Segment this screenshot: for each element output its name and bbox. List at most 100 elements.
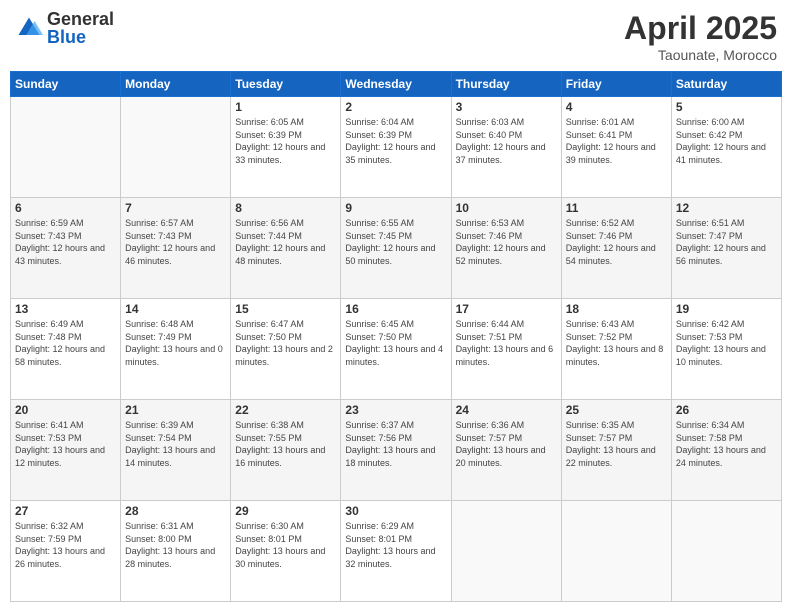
day-number: 28 [125,504,226,518]
day-number: 7 [125,201,226,215]
day-info: Sunrise: 6:04 AM Sunset: 6:39 PM Dayligh… [345,116,446,166]
day-number: 25 [566,403,667,417]
day-info: Sunrise: 6:48 AM Sunset: 7:49 PM Dayligh… [125,318,226,368]
day-info: Sunrise: 6:32 AM Sunset: 7:59 PM Dayligh… [15,520,116,570]
day-number: 19 [676,302,777,316]
day-number: 2 [345,100,446,114]
calendar-cell: 4 Sunrise: 6:01 AM Sunset: 6:41 PM Daylig… [561,97,671,198]
calendar-cell: 2 Sunrise: 6:04 AM Sunset: 6:39 PM Daylig… [341,97,451,198]
calendar-header-thursday: Thursday [451,72,561,97]
calendar-cell: 13 Sunrise: 6:49 AM Sunset: 7:48 PM Dayli… [11,299,121,400]
subtitle: Taounate, Morocco [624,47,777,63]
calendar-cell: 10 Sunrise: 6:53 AM Sunset: 7:46 PM Dayli… [451,198,561,299]
day-number: 17 [456,302,557,316]
day-number: 11 [566,201,667,215]
day-number: 22 [235,403,336,417]
calendar-cell: 9 Sunrise: 6:55 AM Sunset: 7:45 PM Daylig… [341,198,451,299]
day-info: Sunrise: 6:29 AM Sunset: 8:01 PM Dayligh… [345,520,446,570]
day-number: 8 [235,201,336,215]
title-section: April 2025 Taounate, Morocco [624,10,777,63]
logo-blue: Blue [47,28,114,46]
day-info: Sunrise: 6:55 AM Sunset: 7:45 PM Dayligh… [345,217,446,267]
day-number: 1 [235,100,336,114]
day-info: Sunrise: 6:47 AM Sunset: 7:50 PM Dayligh… [235,318,336,368]
calendar-header-wednesday: Wednesday [341,72,451,97]
calendar-cell: 5Sunrise: 6:00 AM Sunset: 6:42 PM Daylig… [671,97,781,198]
calendar-cell: 30Sunrise: 6:29 AM Sunset: 8:01 PM Dayli… [341,501,451,602]
calendar-cell: 23Sunrise: 6:37 AM Sunset: 7:56 PM Dayli… [341,400,451,501]
day-number: 24 [456,403,557,417]
day-info: Sunrise: 6:51 AM Sunset: 7:47 PM Dayligh… [676,217,777,267]
calendar-cell [671,501,781,602]
day-info: Sunrise: 6:00 AM Sunset: 6:42 PM Dayligh… [676,116,777,166]
calendar-cell: 24 Sunrise: 6:36 AM Sunset: 7:57 PM Dayli… [451,400,561,501]
calendar-cell: 25 Sunrise: 6:35 AM Sunset: 7:57 PM Dayli… [561,400,671,501]
day-info: Sunrise: 6:59 AM Sunset: 7:43 PM Dayligh… [15,217,116,267]
calendar-cell: 21 Sunrise: 6:39 AM Sunset: 7:54 PM Dayli… [121,400,231,501]
day-info: Sunrise: 6:34 AM Sunset: 7:58 PM Dayligh… [676,419,777,469]
day-info: Sunrise: 6:36 AM Sunset: 7:57 PM Dayligh… [456,419,557,469]
day-info: Sunrise: 6:39 AM Sunset: 7:54 PM Dayligh… [125,419,226,469]
day-info: Sunrise: 6:30 AM Sunset: 8:01 PM Dayligh… [235,520,336,570]
logo: General Blue [15,10,114,46]
calendar-header-sunday: Sunday [11,72,121,97]
day-number: 18 [566,302,667,316]
logo-general: General [47,10,114,28]
day-number: 15 [235,302,336,316]
calendar-cell [561,501,671,602]
day-info: Sunrise: 6:01 AM Sunset: 6:41 PM Dayligh… [566,116,667,166]
calendar-cell: 20 Sunrise: 6:41 AM Sunset: 7:53 PM Dayli… [11,400,121,501]
day-info: Sunrise: 6:56 AM Sunset: 7:44 PM Dayligh… [235,217,336,267]
calendar-cell [451,501,561,602]
day-info: Sunrise: 6:05 AM Sunset: 6:39 PM Dayligh… [235,116,336,166]
calendar-header-monday: Monday [121,72,231,97]
page: General Blue April 2025 Taounate, Morocc… [0,0,792,612]
calendar-week-4: 20 Sunrise: 6:41 AM Sunset: 7:53 PM Dayli… [11,400,782,501]
day-number: 13 [15,302,116,316]
calendar-cell: 3 Sunrise: 6:03 AM Sunset: 6:40 PM Daylig… [451,97,561,198]
day-number: 14 [125,302,226,316]
day-info: Sunrise: 6:35 AM Sunset: 7:57 PM Dayligh… [566,419,667,469]
calendar-cell: 7 Sunrise: 6:57 AM Sunset: 7:43 PM Daylig… [121,198,231,299]
calendar-header-saturday: Saturday [671,72,781,97]
day-info: Sunrise: 6:57 AM Sunset: 7:43 PM Dayligh… [125,217,226,267]
calendar-cell: 14 Sunrise: 6:48 AM Sunset: 7:49 PM Dayli… [121,299,231,400]
day-number: 20 [15,403,116,417]
calendar-cell: 12Sunrise: 6:51 AM Sunset: 7:47 PM Dayli… [671,198,781,299]
calendar-cell [121,97,231,198]
calendar-cell: 26 Sunrise: 6:34 AM Sunset: 7:58 PM Dayli… [671,400,781,501]
calendar-cell: 22 Sunrise: 6:38 AM Sunset: 7:55 PM Dayli… [231,400,341,501]
calendar-header-tuesday: Tuesday [231,72,341,97]
day-number: 3 [456,100,557,114]
day-number: 10 [456,201,557,215]
day-number: 4 [566,100,667,114]
calendar-header-row: SundayMondayTuesdayWednesdayThursdayFrid… [11,72,782,97]
day-number: 9 [345,201,446,215]
day-info: Sunrise: 6:44 AM Sunset: 7:51 PM Dayligh… [456,318,557,368]
calendar-cell: 27Sunrise: 6:32 AM Sunset: 7:59 PM Dayli… [11,501,121,602]
day-number: 16 [345,302,446,316]
day-info: Sunrise: 6:41 AM Sunset: 7:53 PM Dayligh… [15,419,116,469]
day-info: Sunrise: 6:37 AM Sunset: 7:56 PM Dayligh… [345,419,446,469]
day-info: Sunrise: 6:42 AM Sunset: 7:53 PM Dayligh… [676,318,777,368]
day-info: Sunrise: 6:53 AM Sunset: 7:46 PM Dayligh… [456,217,557,267]
logo-text: General Blue [47,10,114,46]
day-info: Sunrise: 6:31 AM Sunset: 8:00 PM Dayligh… [125,520,226,570]
calendar-week-1: 1 Sunrise: 6:05 AM Sunset: 6:39 PM Daylig… [11,97,782,198]
calendar-header-friday: Friday [561,72,671,97]
day-number: 29 [235,504,336,518]
day-info: Sunrise: 6:49 AM Sunset: 7:48 PM Dayligh… [15,318,116,368]
day-number: 26 [676,403,777,417]
calendar-week-5: 27Sunrise: 6:32 AM Sunset: 7:59 PM Dayli… [11,501,782,602]
calendar-cell: 15 Sunrise: 6:47 AM Sunset: 7:50 PM Dayli… [231,299,341,400]
day-info: Sunrise: 6:38 AM Sunset: 7:55 PM Dayligh… [235,419,336,469]
calendar-cell: 28 Sunrise: 6:31 AM Sunset: 8:00 PM Dayli… [121,501,231,602]
calendar-table: SundayMondayTuesdayWednesdayThursdayFrid… [10,71,782,602]
calendar-cell: 6Sunrise: 6:59 AM Sunset: 7:43 PM Daylig… [11,198,121,299]
calendar-cell: 8 Sunrise: 6:56 AM Sunset: 7:44 PM Daylig… [231,198,341,299]
calendar-week-2: 6Sunrise: 6:59 AM Sunset: 7:43 PM Daylig… [11,198,782,299]
day-info: Sunrise: 6:03 AM Sunset: 6:40 PM Dayligh… [456,116,557,166]
day-number: 21 [125,403,226,417]
calendar-cell: 19 Sunrise: 6:42 AM Sunset: 7:53 PM Dayli… [671,299,781,400]
main-title: April 2025 [624,10,777,47]
